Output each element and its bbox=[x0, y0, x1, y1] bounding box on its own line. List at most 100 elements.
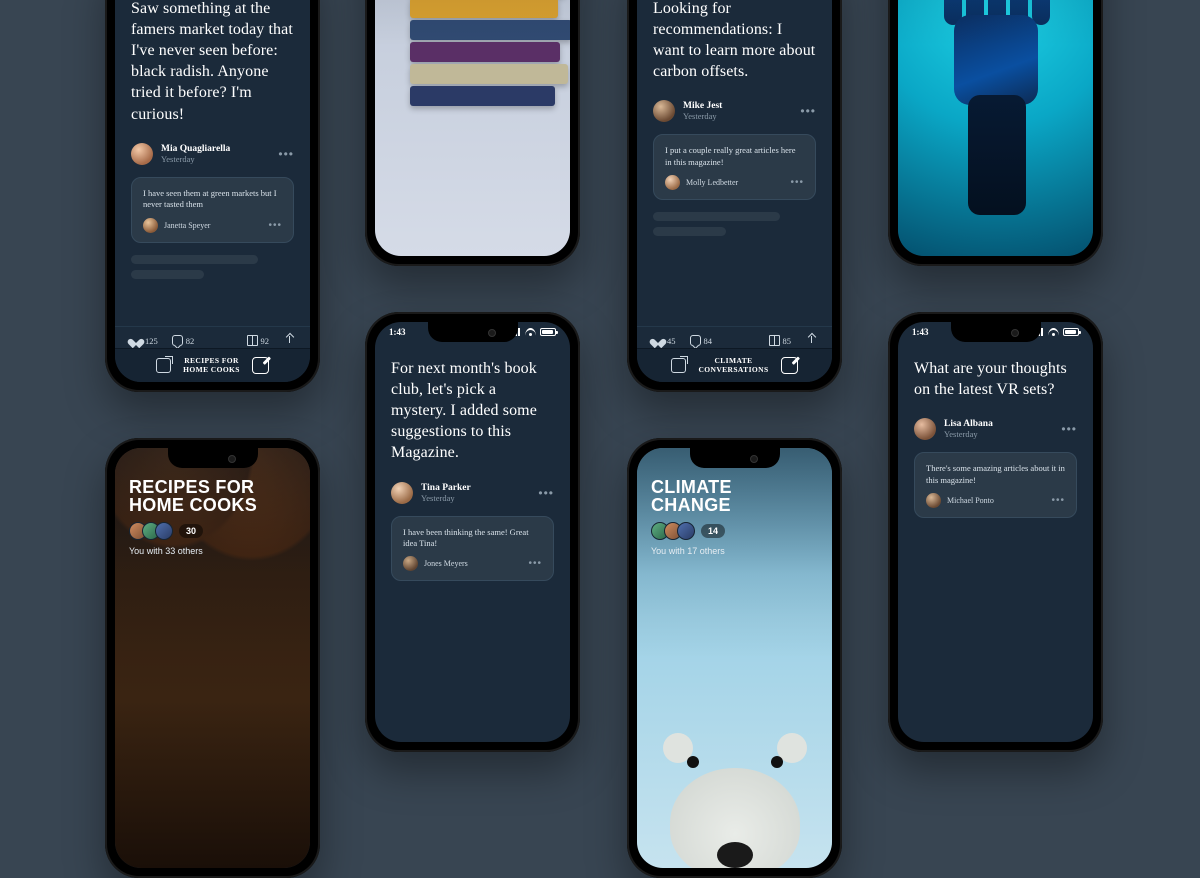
phone-hero-books: BOOK CLUB 39 You with 42 others bbox=[365, 0, 580, 266]
like-button[interactable]: 125 bbox=[131, 335, 158, 346]
more-icon[interactable]: ••• bbox=[528, 558, 542, 569]
avatar[interactable] bbox=[653, 100, 675, 122]
hero-subtitle: You with 33 others bbox=[129, 546, 296, 556]
post-author-row[interactable]: Tina Parker Yesterday ••• bbox=[391, 482, 554, 504]
bookmark-icon bbox=[769, 335, 780, 346]
hero-image[interactable]: BOOK CLUB 39 You with 42 others bbox=[375, 0, 570, 256]
engagement-bar: 125 82 92 bbox=[115, 326, 310, 346]
comment-button[interactable]: 84 bbox=[690, 335, 713, 346]
phone-post-recipes: 1:43 Saw something at the famers market … bbox=[105, 0, 320, 392]
member-count: 30 bbox=[179, 524, 203, 538]
magazine-icon[interactable] bbox=[156, 358, 171, 373]
avatar[interactable] bbox=[914, 418, 936, 440]
hero-image[interactable]: CLIMATECHANGE 14 You with 17 others bbox=[637, 448, 832, 868]
bottom-nav: RECIPES FORHOME COOKS bbox=[115, 348, 310, 382]
reply-text: I put a couple really great articles her… bbox=[665, 145, 804, 168]
author-name: Mia Quagliarella bbox=[161, 144, 270, 154]
bottom-title[interactable]: CLIMATECONVERSATIONS bbox=[698, 357, 768, 374]
heart-icon bbox=[653, 335, 664, 346]
reply-card[interactable]: I have seen them at green markets but I … bbox=[131, 177, 294, 243]
phone-post-vr: 1:43 What are your thoughts on the lates… bbox=[888, 312, 1103, 752]
share-button[interactable] bbox=[805, 335, 816, 346]
author-name: Mike Jest bbox=[683, 101, 792, 111]
phone-hero-recipes: RECIPES FORHOME COOKS 30 You with 33 oth… bbox=[105, 438, 320, 878]
post-text: What are your thoughts on the latest VR … bbox=[914, 358, 1077, 400]
facepile[interactable]: 30 bbox=[129, 522, 296, 540]
hero-subtitle: You with 17 others bbox=[651, 546, 818, 556]
reply-author: Janetta Speyer bbox=[164, 221, 262, 230]
reply-card[interactable]: I have been thinking the same! Great ide… bbox=[391, 516, 554, 582]
post-author-row[interactable]: Lisa Albana Yesterday ••• bbox=[914, 418, 1077, 440]
bookmark-icon bbox=[247, 335, 258, 346]
reply-text: I have seen them at green markets but I … bbox=[143, 188, 282, 211]
hero-title: RECIPES FORHOME COOKS bbox=[129, 478, 296, 514]
compose-icon[interactable] bbox=[781, 357, 798, 374]
author-name: Lisa Albana bbox=[944, 419, 1053, 429]
battery-icon bbox=[540, 328, 556, 336]
post-author-row[interactable]: Mia Quagliarella Yesterday ••• bbox=[131, 143, 294, 165]
post-text: For next month's book club, let's pick a… bbox=[391, 358, 554, 464]
magazine-icon[interactable] bbox=[671, 358, 686, 373]
post-time: Yesterday bbox=[421, 493, 530, 503]
chat-icon bbox=[690, 335, 701, 346]
hero-image[interactable]: FORUM 25 You with 28 others bbox=[898, 0, 1093, 256]
notch bbox=[428, 322, 518, 342]
more-icon[interactable]: ••• bbox=[278, 147, 294, 161]
avatar bbox=[665, 175, 680, 190]
status-time: 1:43 bbox=[912, 327, 929, 337]
post-text: Saw something at the famers market today… bbox=[131, 0, 294, 125]
phone-hero-forum: FORUM 25 You with 28 others bbox=[888, 0, 1103, 266]
post-author-row[interactable]: Mike Jest Yesterday ••• bbox=[653, 100, 816, 122]
phone-hero-climate: CLIMATECHANGE 14 You with 17 others bbox=[627, 438, 842, 878]
post-time: Yesterday bbox=[161, 154, 270, 164]
reply-text: I have been thinking the same! Great ide… bbox=[403, 527, 542, 550]
avatar bbox=[677, 522, 695, 540]
chat-icon bbox=[172, 335, 183, 346]
hero-image[interactable]: RECIPES FORHOME COOKS 30 You with 33 oth… bbox=[115, 448, 310, 868]
member-count: 14 bbox=[701, 524, 725, 538]
share-button[interactable] bbox=[283, 335, 294, 346]
author-name: Tina Parker bbox=[421, 483, 530, 493]
facepile[interactable]: 14 bbox=[651, 522, 818, 540]
more-icon[interactable]: ••• bbox=[268, 220, 282, 231]
more-icon[interactable]: ••• bbox=[538, 486, 554, 500]
avatar bbox=[403, 556, 418, 571]
post-time: Yesterday bbox=[683, 111, 792, 121]
share-icon bbox=[805, 335, 816, 346]
avatar[interactable] bbox=[131, 143, 153, 165]
notch bbox=[690, 448, 780, 468]
more-icon[interactable]: ••• bbox=[1051, 495, 1065, 506]
wifi-icon bbox=[1048, 328, 1059, 336]
reply-card[interactable]: There's some amazing articles about it i… bbox=[914, 452, 1077, 518]
phone-post-bookclub: 1:43 For next month's book club, let's p… bbox=[365, 312, 580, 752]
like-button[interactable]: 45 bbox=[653, 335, 676, 346]
reply-text: There's some amazing articles about it i… bbox=[926, 463, 1065, 486]
notch bbox=[951, 322, 1041, 342]
more-icon[interactable]: ••• bbox=[800, 104, 816, 118]
bottom-nav: CLIMATECONVERSATIONS bbox=[637, 348, 832, 382]
wifi-icon bbox=[525, 328, 536, 336]
more-icon[interactable]: ••• bbox=[790, 177, 804, 188]
phone-post-climate: 1:43 Looking for recommendations: I want… bbox=[627, 0, 842, 392]
compose-icon[interactable] bbox=[252, 357, 269, 374]
avatar bbox=[155, 522, 173, 540]
skeleton-placeholder bbox=[131, 255, 294, 279]
post-time: Yesterday bbox=[944, 429, 1053, 439]
avatar[interactable] bbox=[391, 482, 413, 504]
more-icon[interactable]: ••• bbox=[1061, 422, 1077, 436]
hero-title: CLIMATECHANGE bbox=[651, 478, 818, 514]
reply-card[interactable]: I put a couple really great articles her… bbox=[653, 134, 816, 200]
engagement-bar: 45 84 85 bbox=[637, 326, 832, 346]
bottom-title[interactable]: RECIPES FORHOME COOKS bbox=[183, 357, 240, 374]
avatar bbox=[143, 218, 158, 233]
comment-button[interactable]: 82 bbox=[172, 335, 195, 346]
bookmark-button[interactable]: 92 bbox=[247, 335, 270, 346]
status-time: 1:43 bbox=[389, 327, 406, 337]
skeleton-placeholder bbox=[653, 212, 816, 236]
share-icon bbox=[283, 335, 294, 346]
bookmark-button[interactable]: 85 bbox=[769, 335, 792, 346]
battery-icon bbox=[1063, 328, 1079, 336]
notch bbox=[168, 448, 258, 468]
avatar bbox=[926, 493, 941, 508]
reply-author: Michael Ponto bbox=[947, 496, 1045, 505]
